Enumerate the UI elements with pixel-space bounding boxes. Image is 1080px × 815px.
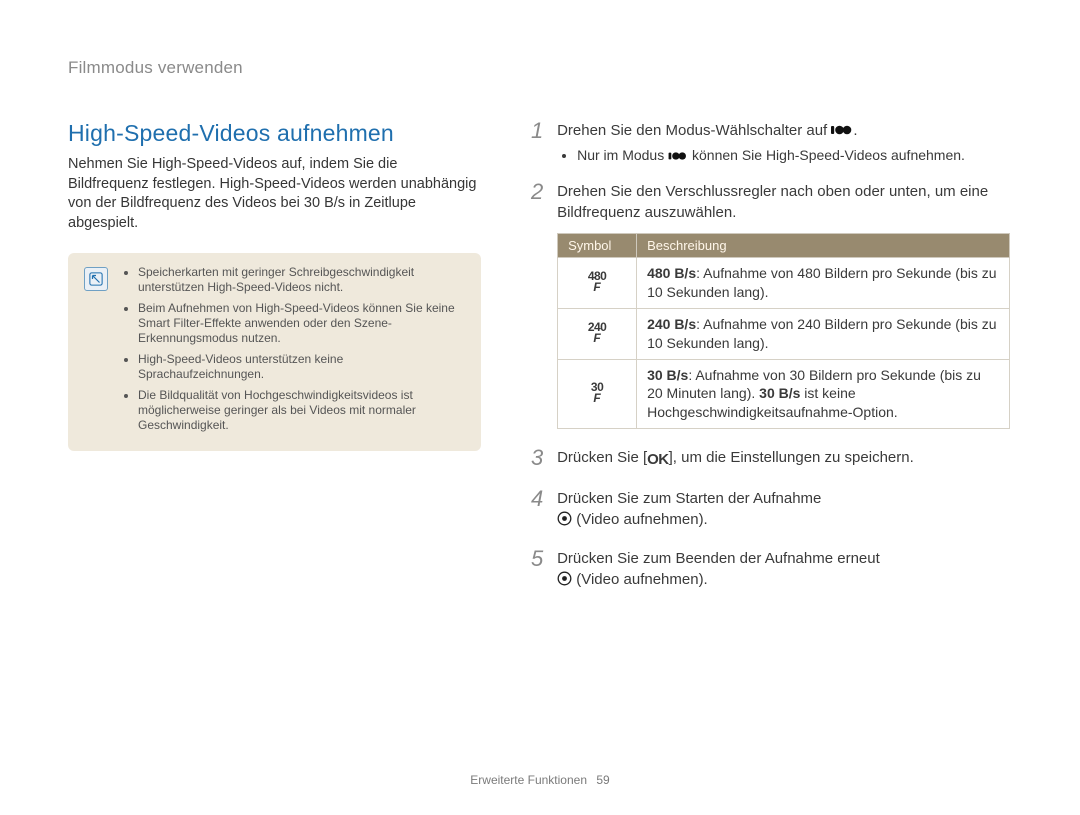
step-4-after: (Video aufnehmen). <box>576 511 707 528</box>
note-item: High-Speed-Videos unterstützen keine Spr… <box>138 352 465 382</box>
table-row: 480F 480 B/s: Aufnahme von 480 Bildern p… <box>558 258 1010 309</box>
step-3: Drücken Sie [OK], um die Einstellungen z… <box>525 447 1010 470</box>
section-title: High-Speed-Videos aufnehmen <box>68 120 481 147</box>
step-5-text: Drücken Sie zum Beenden der Aufnahme ern… <box>557 548 1010 590</box>
table-row: 240F 240 B/s: Aufnahme von 240 Bildern p… <box>558 308 1010 359</box>
note-item: Speicherkarten mit geringer Schreibgesch… <box>138 265 465 295</box>
fps-desc-480: 480 B/s: Aufnahme von 480 Bildern pro Se… <box>637 258 1010 309</box>
movie-mode-icon <box>668 150 688 162</box>
note-icon <box>84 267 108 291</box>
fps-symbol-240: 240F <box>558 308 637 359</box>
page-footer: Erweiterte Funktionen 59 <box>0 773 1080 787</box>
movie-mode-icon <box>831 123 853 137</box>
breadcrumb: Filmmodus verwenden <box>68 58 1010 78</box>
right-column: Drehen Sie den Modus-Wählschalter auf . … <box>525 120 1010 608</box>
fps-desc-30: 30 B/s: Aufnahme von 30 Bildern pro Seku… <box>637 359 1010 429</box>
steps-list: Drehen Sie den Modus-Wählschalter auf . … <box>525 120 1010 590</box>
note-item: Beim Aufnehmen von High-Speed-Videos kön… <box>138 301 465 346</box>
step-4-line1: Drücken Sie zum Starten der Aufnahme <box>557 490 821 507</box>
note-box: Speicherkarten mit geringer Schreibgesch… <box>68 253 481 451</box>
fps-symbol-480: 480F <box>558 258 637 309</box>
note-item: Die Bildqualität von Hochgeschwindigkeit… <box>138 388 465 433</box>
step-4: Drücken Sie zum Starten der Aufnahme (Vi… <box>525 488 1010 530</box>
left-column: High-Speed-Videos aufnehmen Nehmen Sie H… <box>68 120 481 608</box>
step-3-text: Drücken Sie [OK], um die Einstellungen z… <box>557 447 1010 470</box>
fps-symbol-30: 30F <box>558 359 637 429</box>
step-1-before: Drehen Sie den Modus-Wählschalter auf <box>557 122 831 139</box>
step-5-after: (Video aufnehmen). <box>576 571 707 588</box>
step-4-text: Drücken Sie zum Starten der Aufnahme (Vi… <box>557 488 1010 530</box>
fps-desc-240: 240 B/s: Aufnahme von 240 Bildern pro Se… <box>637 308 1010 359</box>
step-5: Drücken Sie zum Beenden der Aufnahme ern… <box>525 548 1010 590</box>
table-row: 30F 30 B/s: Aufnahme von 30 Bildern pro … <box>558 359 1010 429</box>
step-1-after: . <box>853 122 857 139</box>
fps-table: Symbol Beschreibung 480F 480 B/s: Aufnah… <box>557 233 1010 429</box>
footer-section: Erweiterte Funktionen <box>470 773 587 787</box>
intro-paragraph: Nehmen Sie High-Speed-Videos auf, indem … <box>68 155 481 233</box>
step-3-after: ], um die Einstellungen zu speichern. <box>669 449 914 466</box>
record-icon <box>557 571 572 586</box>
step-1: Drehen Sie den Modus-Wählschalter auf . … <box>525 120 1010 163</box>
ok-icon: OK <box>647 449 669 470</box>
step-5-line1: Drücken Sie zum Beenden der Aufnahme ern… <box>557 550 880 567</box>
table-head-desc: Beschreibung <box>637 234 1010 258</box>
content-columns: High-Speed-Videos aufnehmen Nehmen Sie H… <box>68 120 1010 608</box>
record-icon <box>557 511 572 526</box>
step-1-sublist: Nur im Modus können Sie High-Speed-Video… <box>557 147 1010 163</box>
page-root: Filmmodus verwenden High-Speed-Videos au… <box>0 0 1080 815</box>
step-1-sub-before: Nur im Modus <box>577 147 668 163</box>
table-head-symbol: Symbol <box>558 234 637 258</box>
step-1-subitem: Nur im Modus können Sie High-Speed-Video… <box>577 147 1010 163</box>
step-2-text: Drehen Sie den Verschlussregler nach obe… <box>557 181 1010 223</box>
step-1-sub-after: können Sie High-Speed-Videos aufnehmen. <box>692 147 965 163</box>
step-1-text: Drehen Sie den Modus-Wählschalter auf . <box>557 120 1010 141</box>
note-list: Speicherkarten mit geringer Schreibgesch… <box>122 265 465 439</box>
footer-page-number: 59 <box>596 773 609 787</box>
step-2: Drehen Sie den Verschlussregler nach obe… <box>525 181 1010 429</box>
step-3-before: Drücken Sie [ <box>557 449 647 466</box>
